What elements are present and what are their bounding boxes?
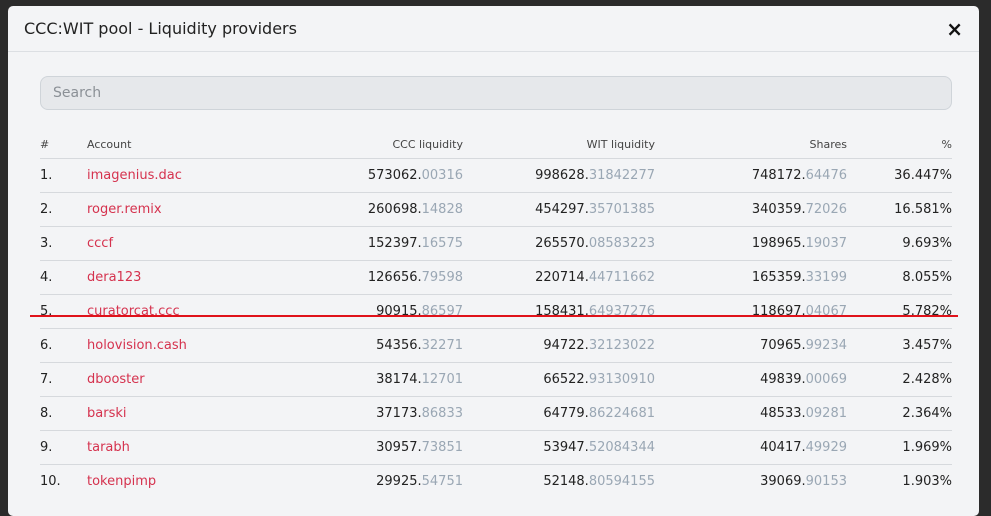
- header-ccc-liquidity: CCC liquidity: [392, 137, 463, 151]
- table-row: 1. imagenius.dac 573062.00316 998628.318…: [40, 158, 952, 193]
- ccc-liquidity-cell: 126656.79598: [217, 260, 463, 295]
- header-shares: Shares: [809, 137, 847, 151]
- highlight-underline: [30, 315, 958, 317]
- row-rank: 4.: [40, 260, 87, 295]
- row-rank: 5.: [40, 294, 87, 329]
- table-header-row: # Account CCC liquidity WIT liquidity Sh…: [40, 130, 952, 159]
- row-rank: 8.: [40, 396, 87, 431]
- table-row: 7. dbooster 38174.12701 66522.93130910 4…: [40, 362, 952, 397]
- percent-cell: 3.457%: [847, 328, 952, 363]
- wit-liquidity-cell: 66522.93130910: [463, 362, 655, 397]
- account-link[interactable]: roger.remix: [87, 202, 162, 217]
- row-rank: 7.: [40, 362, 87, 397]
- shares-cell: 40417.49929: [655, 430, 847, 465]
- table-row: 3. cccf 152397.16575 265570.08583223 198…: [40, 226, 952, 261]
- table-row: 8. barski 37173.86833 64779.86224681 485…: [40, 396, 952, 431]
- modal-title: CCC:WIT pool - Liquidity providers: [24, 19, 297, 38]
- ccc-liquidity-cell: 573062.00316: [217, 158, 463, 193]
- account-link[interactable]: imagenius.dac: [87, 168, 182, 183]
- wit-liquidity-cell: 53947.52084344: [463, 430, 655, 465]
- wit-liquidity-cell: 64779.86224681: [463, 396, 655, 431]
- shares-cell: 748172.64476: [655, 158, 847, 193]
- account-link[interactable]: barski: [87, 406, 126, 421]
- row-rank: 1.: [40, 158, 87, 193]
- row-rank: 6.: [40, 328, 87, 363]
- shares-cell: 165359.33199: [655, 260, 847, 295]
- account-link[interactable]: holovision.cash: [87, 338, 187, 353]
- wit-liquidity-cell: 454297.35701385: [463, 192, 655, 227]
- table-row: 4. dera123 126656.79598 220714.44711662 …: [40, 260, 952, 295]
- ccc-liquidity-cell: 260698.14828: [217, 192, 463, 227]
- search-input[interactable]: [40, 76, 952, 110]
- percent-cell: 1.969%: [847, 430, 952, 465]
- shares-cell: 340359.72026: [655, 192, 847, 227]
- percent-cell: 8.055%: [847, 260, 952, 295]
- close-icon[interactable]: ×: [946, 19, 963, 39]
- modal-header: CCC:WIT pool - Liquidity providers ×: [8, 6, 979, 52]
- wit-liquidity-cell: 220714.44711662: [463, 260, 655, 295]
- ccc-liquidity-cell: 54356.32271: [217, 328, 463, 363]
- percent-cell: 2.428%: [847, 362, 952, 397]
- ccc-liquidity-cell: 29925.54751: [217, 464, 463, 498]
- account-link[interactable]: dera123: [87, 270, 141, 285]
- header-wit-liquidity: WIT liquidity: [586, 137, 655, 151]
- percent-cell: 5.782%: [847, 294, 952, 329]
- wit-liquidity-cell: 158431.64937276: [463, 294, 655, 329]
- header-account: Account: [87, 137, 132, 151]
- liquidity-providers-modal: CCC:WIT pool - Liquidity providers × # A…: [8, 6, 979, 516]
- shares-cell: 39069.90153: [655, 464, 847, 498]
- percent-cell: 2.364%: [847, 396, 952, 431]
- account-link[interactable]: tokenpimp: [87, 474, 156, 489]
- row-rank: 9.: [40, 430, 87, 465]
- percent-cell: 16.581%: [847, 192, 952, 227]
- ccc-liquidity-cell: 30957.73851: [217, 430, 463, 465]
- header-percent: %: [941, 137, 952, 151]
- table-row: 6. holovision.cash 54356.32271 94722.321…: [40, 328, 952, 363]
- wit-liquidity-cell: 94722.32123022: [463, 328, 655, 363]
- table-row: 10. tokenpimp 29925.54751 52148.80594155…: [40, 464, 952, 498]
- wit-liquidity-cell: 265570.08583223: [463, 226, 655, 261]
- wit-liquidity-cell: 52148.80594155: [463, 464, 655, 498]
- percent-cell: 9.693%: [847, 226, 952, 261]
- table-row-highlighted: 5. curatorcat.ccc 90915.86597 158431.649…: [40, 294, 952, 329]
- wit-liquidity-cell: 998628.31842277: [463, 158, 655, 193]
- percent-cell: 36.447%: [847, 158, 952, 193]
- ccc-liquidity-cell: 90915.86597: [217, 294, 463, 329]
- shares-cell: 70965.99234: [655, 328, 847, 363]
- shares-cell: 198965.19037: [655, 226, 847, 261]
- account-link[interactable]: dbooster: [87, 372, 145, 387]
- table-row: 2. roger.remix 260698.14828 454297.35701…: [40, 192, 952, 227]
- header-num: #: [40, 137, 50, 151]
- shares-cell: 118697.04067: [655, 294, 847, 329]
- row-rank: 3.: [40, 226, 87, 261]
- percent-cell: 1.903%: [847, 464, 952, 498]
- ccc-liquidity-cell: 152397.16575: [217, 226, 463, 261]
- shares-cell: 49839.00069: [655, 362, 847, 397]
- account-link[interactable]: tarabh: [87, 440, 130, 455]
- shares-cell: 48533.09281: [655, 396, 847, 431]
- ccc-liquidity-cell: 37173.86833: [217, 396, 463, 431]
- account-link[interactable]: cccf: [87, 236, 113, 251]
- row-rank: 10.: [40, 464, 87, 498]
- search-container: [8, 52, 979, 110]
- liquidity-providers-table: # Account CCC liquidity WIT liquidity Sh…: [40, 130, 952, 498]
- table-row: 9. tarabh 30957.73851 53947.52084344 404…: [40, 430, 952, 465]
- ccc-liquidity-cell: 38174.12701: [217, 362, 463, 397]
- row-rank: 2.: [40, 192, 87, 227]
